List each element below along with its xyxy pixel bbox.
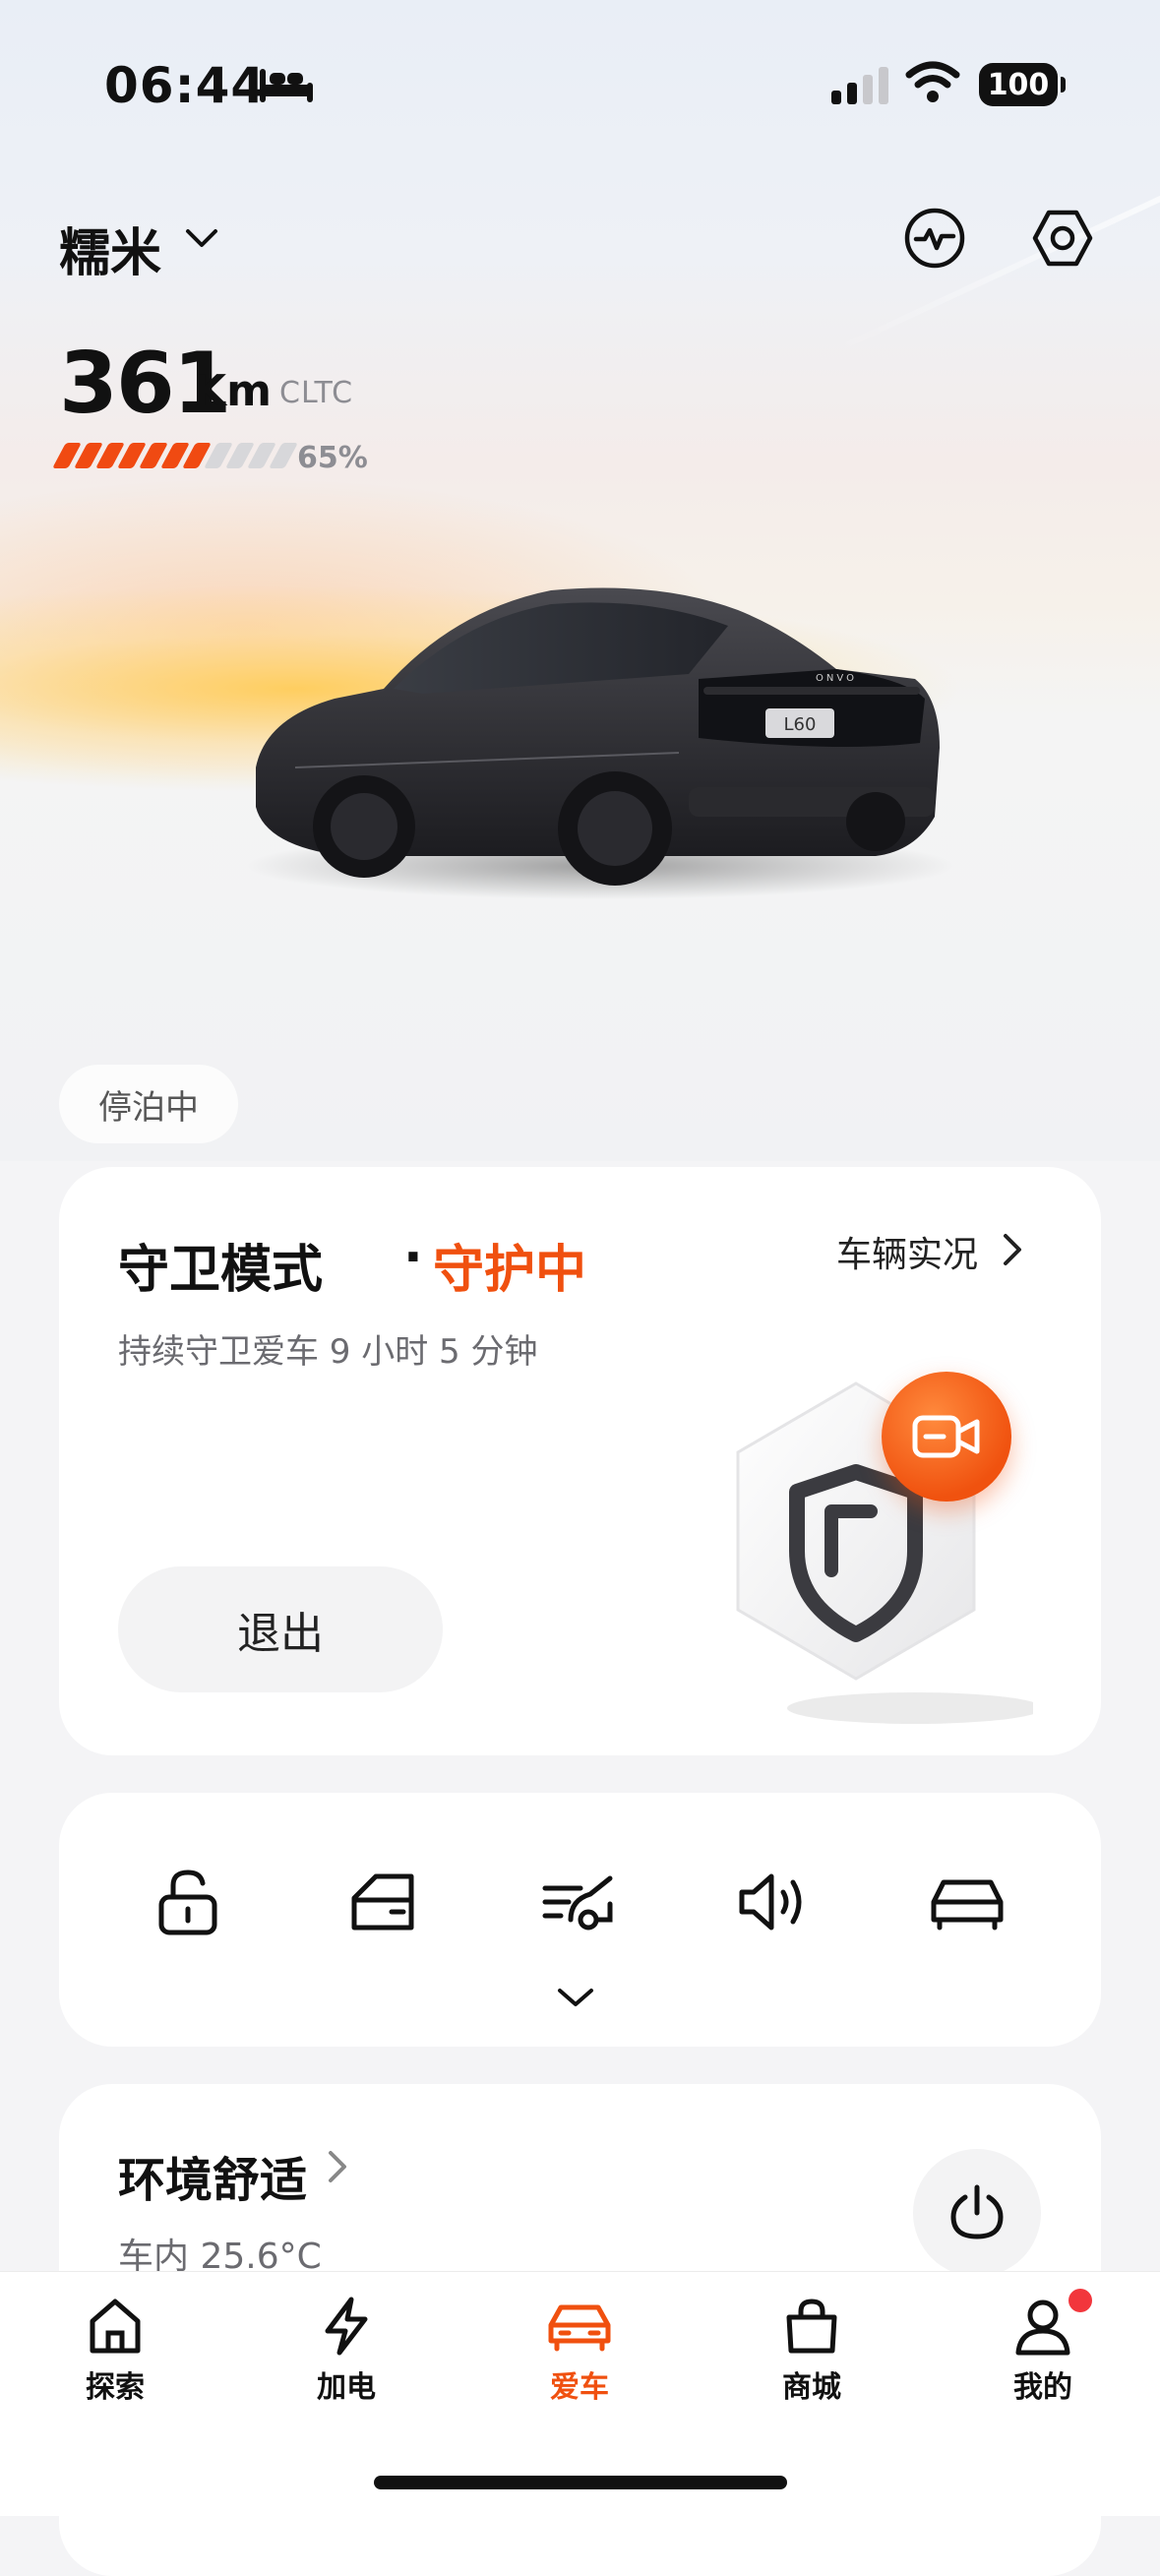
chevron-down-icon[interactable]	[185, 226, 218, 254]
exit-button[interactable]: 退出	[118, 1566, 443, 1692]
camera-record-icon[interactable]	[882, 1372, 1011, 1502]
guard-duration: 持续守卫爱车 9 小时 5 分钟	[118, 1332, 538, 1372]
car-icon[interactable]	[923, 1858, 1011, 1946]
vehicle-live-link[interactable]: 车辆实况	[836, 1226, 978, 1277]
battery-level-bar	[52, 443, 298, 468]
tab-me[interactable]: 我的	[969, 2296, 1117, 2406]
bag-icon	[786, 2299, 837, 2354]
trunk-icon[interactable]	[533, 1858, 622, 1946]
tab-shop[interactable]: 商城	[738, 2296, 885, 2406]
cellular-signal-icon	[831, 67, 890, 110]
tab-my-car[interactable]: 爱车	[506, 2296, 653, 2406]
wifi-icon	[905, 61, 960, 108]
car-image: L60 ONVO	[226, 571, 954, 909]
diagnostics-icon[interactable]	[903, 207, 966, 270]
settings-icon[interactable]	[1031, 207, 1094, 270]
range-unit: Km	[193, 366, 272, 416]
tab-label: 我的	[1013, 2370, 1072, 2405]
park-status-chip: 停泊中	[59, 1065, 238, 1143]
car-icon	[548, 2304, 611, 2352]
expand-chevron-icon[interactable]	[556, 1986, 595, 2013]
tab-charge[interactable]: 加电	[273, 2296, 420, 2406]
brand-badge: ONVO	[816, 673, 857, 684]
status-time: 06:44	[104, 57, 267, 114]
tab-label: 商城	[782, 2370, 841, 2405]
title-separator: ·	[403, 1228, 423, 1287]
horn-icon[interactable]	[728, 1858, 817, 1946]
notification-badge	[1068, 2289, 1092, 2312]
range-standard: CLTC	[279, 376, 354, 410]
quick-controls-card	[59, 1793, 1101, 2047]
chevron-right-icon[interactable]	[327, 2149, 348, 2188]
battery-indicator: 100	[979, 63, 1066, 106]
battery-percent: 65%	[297, 441, 368, 475]
home-icon	[90, 2299, 141, 2354]
environment-title: 环境舒适	[118, 2153, 308, 2208]
lock-icon[interactable]	[144, 1858, 232, 1946]
license-plate: L60	[784, 714, 817, 735]
guard-mode-title: 守卫模式	[118, 1241, 324, 1300]
tab-label: 加电	[317, 2370, 376, 2405]
chevron-right-icon[interactable]	[1002, 1232, 1023, 1271]
tab-explore[interactable]: 探索	[41, 2296, 189, 2406]
car-name[interactable]: 糯米	[59, 212, 161, 285]
tab-label: 爱车	[550, 2370, 609, 2405]
home-indicator[interactable]	[374, 2476, 787, 2489]
bolt-icon	[325, 2297, 368, 2356]
guard-mode-card[interactable]: 守卫模式 · 守护中 车辆实况 持续守卫爱车 9 小时 5 分钟 退出	[59, 1167, 1101, 1755]
sleep-icon	[258, 65, 315, 108]
tab-label: 探索	[86, 2370, 145, 2405]
door-icon[interactable]	[338, 1858, 427, 1946]
climate-power-button[interactable]	[913, 2149, 1041, 2277]
person-icon	[1015, 2300, 1070, 2356]
guard-mode-status: 守护中	[433, 1241, 587, 1300]
